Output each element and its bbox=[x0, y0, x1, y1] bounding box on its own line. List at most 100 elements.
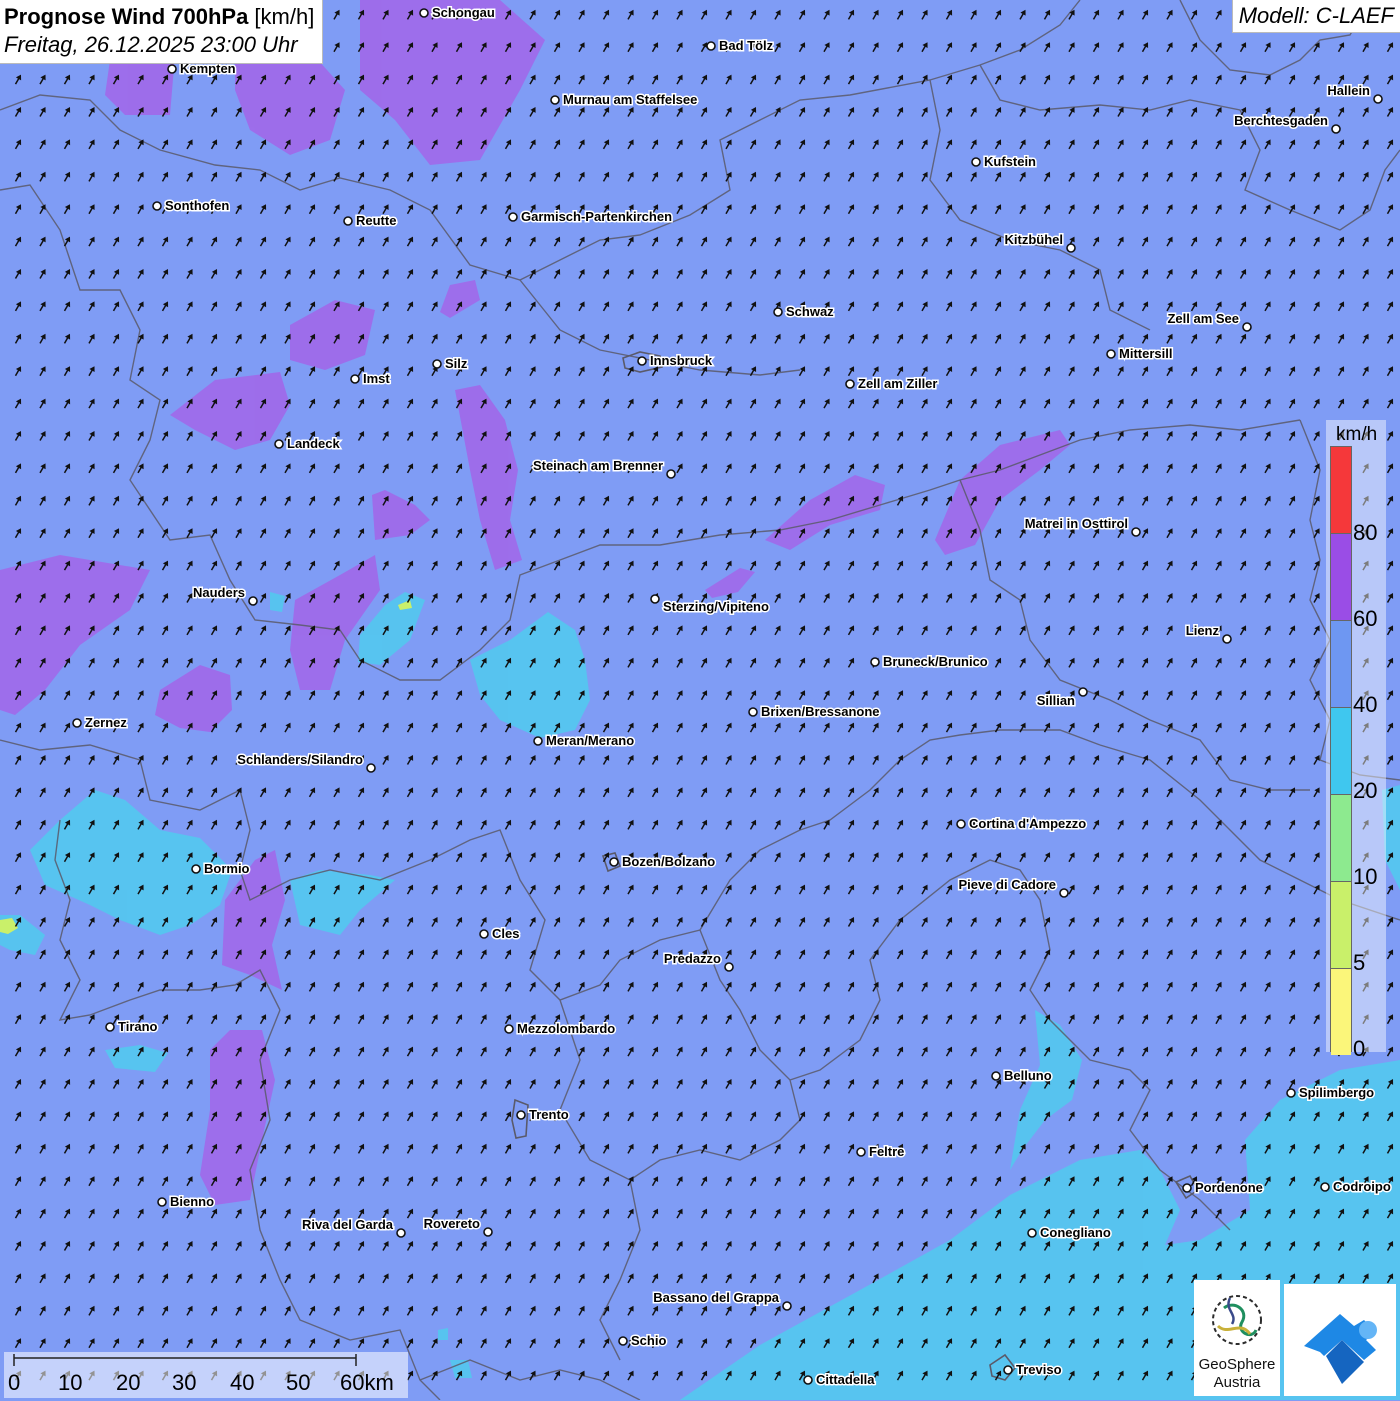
forecast-datetime: Freitag, 26.12.2025 23:00 Uhr bbox=[4, 32, 298, 57]
city-label: Sillian bbox=[1037, 693, 1075, 708]
city-label: Rovereto bbox=[424, 1216, 480, 1231]
city-dot-icon bbox=[666, 469, 676, 479]
city-label: Reutte bbox=[356, 213, 396, 228]
city-dot-icon bbox=[1131, 527, 1141, 537]
map-title-unit: [km/h] bbox=[248, 4, 315, 29]
city-label: Cles bbox=[492, 926, 519, 941]
city-dot-icon bbox=[274, 439, 284, 449]
city-dot-icon bbox=[1320, 1182, 1330, 1192]
geosphere-name-line2: Austria bbox=[1213, 1374, 1261, 1391]
city-dot-icon bbox=[991, 1071, 1001, 1081]
city-dot-icon bbox=[870, 657, 880, 667]
city-label: Bruneck/Brunico bbox=[883, 654, 988, 669]
city-label: Bienno bbox=[170, 1194, 214, 1209]
city-marker: Bozen/Bolzano bbox=[609, 853, 717, 871]
city-dot-icon bbox=[366, 763, 376, 773]
city-dot-icon bbox=[152, 201, 162, 211]
city-label: Lienz bbox=[1186, 623, 1220, 638]
city-dot-icon bbox=[167, 64, 177, 74]
legend-segment bbox=[1331, 881, 1351, 968]
legend-label: 80 bbox=[1353, 520, 1378, 545]
city-dot-icon bbox=[504, 1024, 514, 1034]
city-dot-icon bbox=[609, 857, 619, 867]
scale-label: 60km bbox=[340, 1370, 394, 1395]
city-label: Zell am Ziller bbox=[858, 376, 937, 391]
city-dot-icon bbox=[1003, 1365, 1013, 1375]
city-label: Garmisch-Partenkirchen bbox=[521, 209, 672, 224]
city-dot-icon bbox=[550, 95, 560, 105]
city-marker: Sonthofen bbox=[152, 197, 231, 215]
legend-segment bbox=[1331, 620, 1351, 707]
scale-label: 0 bbox=[8, 1370, 21, 1395]
city-label: Bormio bbox=[204, 861, 250, 876]
city-label: Hallein bbox=[1327, 83, 1370, 98]
legend-label: 0 bbox=[1353, 1036, 1366, 1061]
city-label: Schwaz bbox=[786, 304, 834, 319]
city-dot-icon bbox=[1286, 1088, 1296, 1098]
city-dot-icon bbox=[105, 1022, 115, 1032]
city-label: Schlanders/Silandro bbox=[237, 752, 363, 767]
map-title-bold: Prognose Wind 700hPa bbox=[4, 4, 249, 29]
city-dot-icon bbox=[1027, 1228, 1037, 1238]
city-dot-icon bbox=[1242, 322, 1252, 332]
city-dot-icon bbox=[956, 819, 966, 829]
city-dot-icon bbox=[419, 8, 429, 18]
city-label: Bad Tölz bbox=[719, 38, 774, 53]
city-label: Spilimbergo bbox=[1299, 1085, 1374, 1100]
city-marker: Garmisch-Partenkirchen bbox=[508, 208, 674, 226]
city-label: Murnau am Staffelsee bbox=[563, 92, 697, 107]
title-box: Prognose Wind 700hPa [km/h] Freitag, 26.… bbox=[0, 0, 324, 64]
legend-label: 40 bbox=[1353, 692, 1378, 717]
city-label: Cittadella bbox=[816, 1372, 875, 1387]
map-title: Prognose Wind 700hPa [km/h] bbox=[4, 3, 314, 31]
legend-segment bbox=[1331, 968, 1351, 1055]
city-label: Trento bbox=[529, 1107, 569, 1122]
city-dot-icon bbox=[516, 1110, 526, 1120]
city-label: Pieve di Cadore bbox=[958, 877, 1056, 892]
city-label: Sterzing/Vipiteno bbox=[663, 599, 769, 614]
city-dot-icon bbox=[479, 929, 489, 939]
city-dot-icon bbox=[396, 1228, 406, 1238]
city-dot-icon bbox=[1066, 243, 1076, 253]
city-label: Tirano bbox=[118, 1019, 158, 1034]
city-dot-icon bbox=[618, 1336, 628, 1346]
legend-segment bbox=[1331, 447, 1351, 533]
city-dot-icon bbox=[748, 707, 758, 717]
city-label: Cortina d'Ampezzo bbox=[969, 816, 1086, 831]
city-dot-icon bbox=[803, 1375, 813, 1385]
scale-label: 30 bbox=[172, 1370, 197, 1395]
city-dot-icon bbox=[1222, 634, 1232, 644]
city-dot-icon bbox=[845, 379, 855, 389]
scale-label: 20 bbox=[116, 1370, 141, 1395]
city-dot-icon bbox=[191, 864, 201, 874]
city-dot-icon bbox=[1331, 124, 1341, 134]
city-marker: Innsbruck bbox=[637, 352, 714, 370]
city-dot-icon bbox=[706, 41, 716, 51]
city-marker: Brixen/Bressanone bbox=[748, 703, 881, 721]
city-dot-icon bbox=[508, 212, 518, 222]
city-label: Steinach am Brenner bbox=[533, 458, 663, 473]
city-label: Predazzo bbox=[664, 951, 721, 966]
city-label: Kufstein bbox=[984, 154, 1036, 169]
scale-label: 50 bbox=[286, 1370, 311, 1395]
city-label: Codroipo bbox=[1333, 1179, 1391, 1194]
legend-label: 20 bbox=[1353, 778, 1378, 803]
city-dot-icon bbox=[432, 359, 442, 369]
geosphere-emblem-icon bbox=[1212, 1295, 1262, 1345]
wind-map: SchongauKemptenBad TölzMurnau am Staffel… bbox=[0, 0, 1400, 1400]
city-label: Feltre bbox=[869, 1144, 904, 1159]
city-marker: Mezzolombardo bbox=[504, 1020, 617, 1038]
city-label: Conegliano bbox=[1040, 1225, 1111, 1240]
city-label: Silz bbox=[445, 356, 468, 371]
city-label: Kitzbühel bbox=[1005, 232, 1064, 247]
scale-ruler bbox=[13, 1354, 357, 1366]
city-label: Zernez bbox=[85, 715, 127, 730]
scale-bar: 0 10 20 30 40 50 60km bbox=[4, 1352, 408, 1398]
city-marker: Zell am Ziller bbox=[845, 375, 939, 393]
model-label: Modell: C-LAEF bbox=[1231, 0, 1400, 33]
city-label: Imst bbox=[363, 371, 390, 386]
city-label: Innsbruck bbox=[650, 353, 713, 368]
city-label: Bassano del Grappa bbox=[653, 1290, 779, 1305]
city-dot-icon bbox=[650, 594, 660, 604]
city-marker: Conegliano bbox=[1027, 1224, 1112, 1242]
